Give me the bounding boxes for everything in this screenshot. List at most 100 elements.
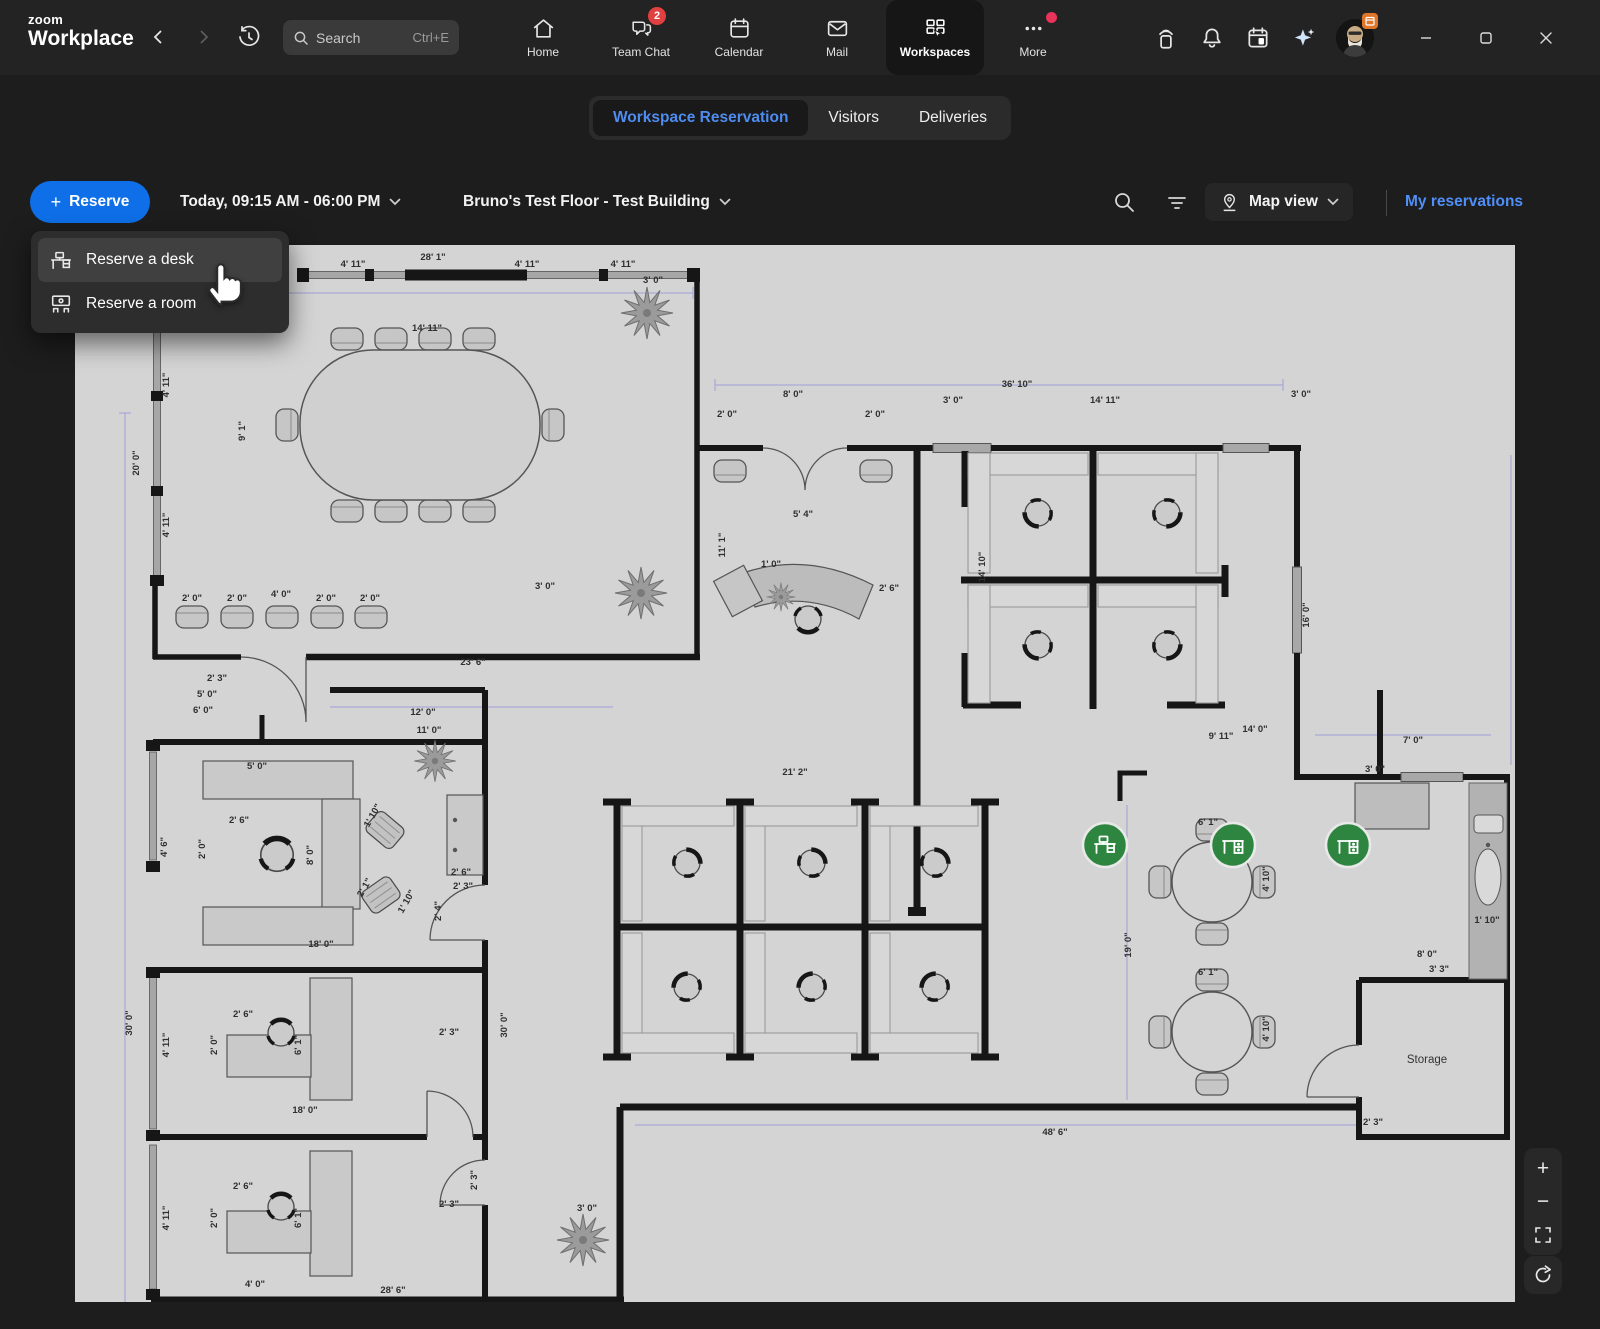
map-refresh-button[interactable] (1524, 1256, 1562, 1294)
my-reservations-link[interactable]: My reservations (1405, 181, 1523, 223)
home-icon (531, 16, 556, 41)
dimension-label: 4' 11" (161, 373, 172, 398)
ai-companion-button[interactable] (1290, 24, 1318, 52)
tab-deliveries[interactable]: Deliveries (899, 100, 1007, 136)
dimension-label: 19' 0" (1123, 932, 1134, 957)
dimension-label: 2' 3" (207, 673, 227, 684)
dimension-label: 5' 4" (793, 509, 813, 520)
map-search-button[interactable] (1110, 188, 1138, 216)
dimension-label: 6' 1" (293, 1208, 304, 1228)
minimize-button[interactable] (1396, 0, 1456, 75)
dimension-label: 2' 6" (229, 815, 249, 826)
zoom-workplace-window: zoom Workplace Search Ctrl+E Home (0, 0, 1600, 1329)
zoom-out-button[interactable]: − (1524, 1185, 1562, 1218)
nav-label: Calendar (715, 45, 764, 59)
dimension-label: 16' 0" (1301, 602, 1312, 627)
nav-label: More (1019, 45, 1046, 59)
dimension-label: 3' 3" (1429, 964, 1449, 975)
dimension-label: 20' 0" (131, 450, 142, 475)
available-desk-marker[interactable] (1083, 823, 1127, 867)
global-search-input[interactable]: Search Ctrl+E (283, 20, 459, 55)
dimension-label: 2' 3" (469, 1170, 480, 1190)
dimension-label: 21' 2" (782, 767, 807, 778)
user-avatar[interactable] (1336, 19, 1374, 57)
dimension-label: 7' 0" (1403, 735, 1423, 746)
minimize-icon (1419, 31, 1433, 45)
back-button[interactable] (143, 22, 173, 52)
view-mode-value: Map view (1249, 193, 1318, 211)
calendar-today-icon (1245, 25, 1271, 51)
dimension-label: 8' 0" (1417, 949, 1437, 960)
dimension-label: 14' 11" (412, 323, 442, 334)
dimension-label: 11' 0" (417, 725, 442, 736)
dimension-label: 2' 0" (209, 1208, 220, 1228)
nav-item-home[interactable]: Home (494, 0, 592, 75)
tab-visitors[interactable]: Visitors (808, 100, 899, 136)
chevron-right-icon (196, 29, 212, 45)
nav-item-workspaces[interactable]: Workspaces (886, 0, 984, 75)
connect-device-button[interactable] (1152, 24, 1180, 52)
floor-dropdown[interactable]: Bruno's Test Floor - Test Building (463, 181, 731, 223)
nav-item-more[interactable]: More (984, 0, 1082, 75)
dimension-label: 18' 0" (292, 1105, 317, 1116)
ai-sparkle-icon (1291, 25, 1317, 51)
dimension-label: 2' 0" (316, 593, 336, 604)
dimension-label: 8' 0" (783, 389, 803, 400)
available-desk-marker[interactable] (1326, 823, 1370, 867)
dimension-label: 3' 0" (1365, 764, 1385, 775)
nav-item-mail[interactable]: Mail (788, 0, 886, 75)
nav-item-team-chat[interactable]: Team Chat 2 (592, 0, 690, 75)
available-desk-marker[interactable] (1211, 823, 1255, 867)
datetime-dropdown[interactable]: Today, 09:15 AM - 06:00 PM (180, 181, 401, 223)
search-shortcut: Ctrl+E (413, 30, 449, 45)
main-nav: Home Team Chat 2 Calendar Mail (494, 0, 1082, 75)
dimension-label: 48' 6" (1042, 1127, 1067, 1138)
dimension-label: 2' 0" (182, 593, 202, 604)
dimension-label: 4' 11" (611, 259, 636, 270)
dimension-label: 14' 11" (1090, 395, 1120, 406)
dimension-label: 18' 0" (308, 939, 333, 950)
refresh-icon (1533, 1265, 1553, 1285)
dimension-label: 3' 0" (1291, 389, 1311, 400)
dimension-label: 2' 0" (197, 839, 208, 859)
dimension-label: 5' 0" (197, 689, 217, 700)
search-icon (1112, 190, 1136, 214)
dimension-label: 4' 0" (271, 589, 291, 600)
filter-button[interactable] (1163, 188, 1191, 216)
desk-icon (49, 248, 73, 272)
dimension-label: 2' 6" (233, 1181, 253, 1192)
floor-value: Bruno's Test Floor - Test Building (463, 193, 710, 211)
mail-icon (825, 16, 850, 41)
dimension-label: 2' 4" (433, 901, 444, 921)
app-logo: zoom Workplace (28, 12, 134, 51)
forward-button[interactable] (189, 22, 219, 52)
nav-label: Home (527, 45, 559, 59)
floor-plan-map[interactable]: 4' 11"28' 1"4' 11"4' 11"3' 0"14' 11"9' 1… (75, 245, 1515, 1302)
dimension-label: 2' 3" (439, 1199, 459, 1210)
dimension-label: 28' 6" (380, 1285, 405, 1296)
dimension-label: 2' 0" (360, 593, 380, 604)
view-mode-dropdown[interactable]: Map view (1205, 183, 1353, 221)
calendar-icon (727, 16, 752, 41)
dimension-label: 3' 0" (943, 395, 963, 406)
dimension-label: 2' 3" (439, 1027, 459, 1038)
reserve-button[interactable]: + Reserve (30, 181, 150, 223)
tab-workspace-reservation[interactable]: Workspace Reservation (593, 100, 808, 136)
map-pin-icon (1219, 192, 1240, 213)
menu-item-label: Reserve a desk (86, 251, 194, 269)
nav-item-calendar[interactable]: Calendar (690, 0, 788, 75)
chevron-down-icon (389, 198, 401, 206)
dimension-label: 36' 10" (1002, 379, 1033, 390)
title-bar: zoom Workplace Search Ctrl+E Home (0, 0, 1600, 75)
workspace-tabs: Workspace Reservation Visitors Deliverie… (589, 96, 1011, 140)
dimension-label: 11' 1" (717, 533, 728, 558)
dimension-label: 2' 6" (879, 583, 899, 594)
window-controls (1396, 0, 1576, 75)
close-button[interactable] (1516, 0, 1576, 75)
fullscreen-button[interactable] (1524, 1218, 1562, 1251)
notifications-button[interactable] (1198, 24, 1226, 52)
maximize-button[interactable] (1456, 0, 1516, 75)
schedule-button[interactable] (1244, 24, 1272, 52)
zoom-in-button[interactable]: + (1524, 1152, 1562, 1185)
history-button[interactable] (232, 20, 266, 54)
